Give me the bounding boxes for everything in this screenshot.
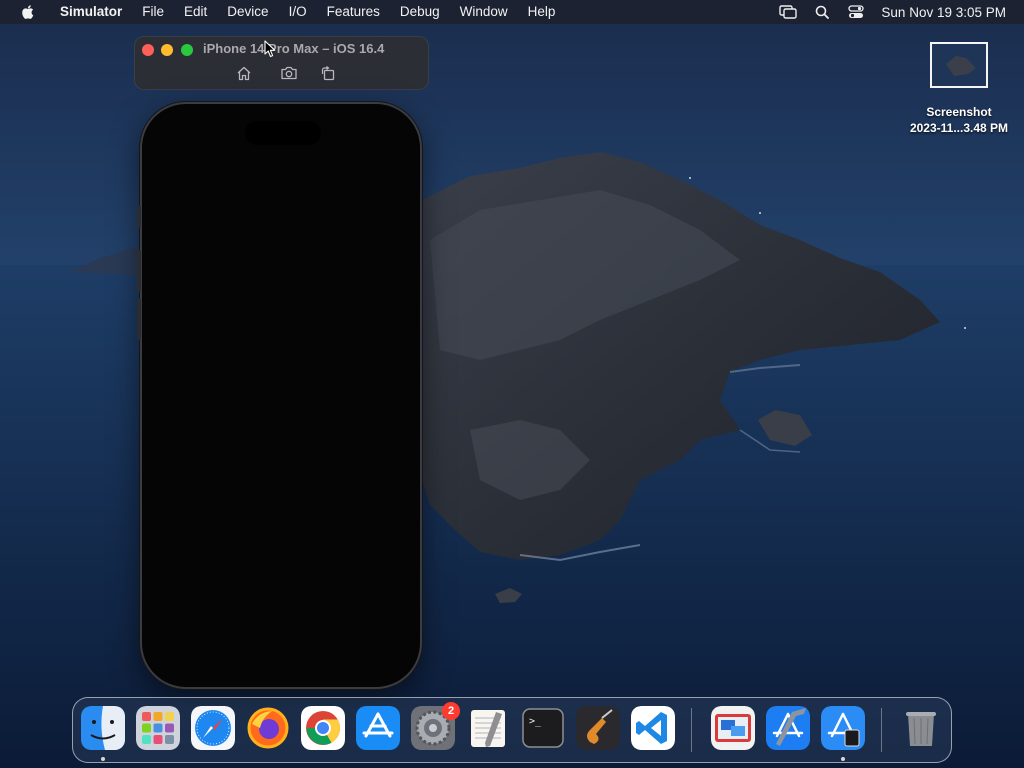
menu-window[interactable]: Window — [450, 0, 518, 24]
menu-file[interactable]: File — [132, 0, 174, 24]
menu-debug[interactable]: Debug — [390, 0, 450, 24]
finder-running-indicator — [101, 757, 105, 761]
finder-icon[interactable] — [81, 706, 125, 750]
screen-sharing-icon[interactable] — [711, 706, 755, 750]
apple-menu-icon[interactable] — [16, 4, 40, 20]
menu-features[interactable]: Features — [317, 0, 390, 24]
terminal-icon[interactable]: >_ — [521, 706, 565, 750]
dock: 2 >_ — [72, 697, 952, 763]
minimize-window-button[interactable] — [161, 44, 173, 56]
menu-clock[interactable]: Sun Nov 19 3:05 PM — [873, 5, 1006, 20]
simulator-icon[interactable] — [821, 706, 865, 750]
volume-down-button[interactable] — [137, 298, 141, 340]
file-name-line2: 2023-11...3.48 PM — [909, 121, 1009, 135]
home-icon[interactable] — [234, 64, 254, 82]
camera-icon[interactable] — [279, 64, 299, 82]
zoom-window-button[interactable] — [181, 44, 193, 56]
dynamic-island — [245, 121, 321, 145]
close-window-button[interactable] — [142, 44, 154, 56]
menu-bar: Simulator File Edit Device I/O Features … — [0, 0, 1024, 24]
app-store-icon[interactable] — [356, 706, 400, 750]
menu-device[interactable]: Device — [217, 0, 278, 24]
control-center-icon[interactable] — [839, 0, 873, 24]
simulator-window-title: iPhone 14 Pro Max – iOS 16.4 — [203, 41, 385, 56]
file-name-line1: Screenshot — [926, 105, 992, 119]
settings-notification-badge: 2 — [442, 702, 460, 720]
rotate-icon[interactable] — [318, 64, 338, 82]
simulator-window-titlebar[interactable]: iPhone 14 Pro Max – iOS 16.4 — [134, 36, 429, 90]
menu-app-name[interactable]: Simulator — [50, 0, 132, 24]
vscode-icon[interactable] — [631, 706, 675, 750]
search-icon[interactable] — [805, 0, 839, 24]
menu-io[interactable]: I/O — [279, 0, 317, 24]
firefox-icon[interactable] — [246, 706, 290, 750]
file-thumbnail — [930, 42, 988, 88]
mouse-cursor-icon — [264, 40, 276, 63]
screen-mirroring-icon[interactable] — [771, 0, 805, 24]
desktop-screenshot-file[interactable]: Screenshot 2023-11...3.48 PM — [899, 42, 1019, 136]
xcode-icon[interactable] — [766, 706, 810, 750]
trash-icon[interactable] — [899, 706, 943, 750]
volume-up-button[interactable] — [137, 250, 141, 292]
dock-separator — [691, 708, 692, 752]
menu-edit[interactable]: Edit — [174, 0, 217, 24]
chrome-icon[interactable] — [301, 706, 345, 750]
menu-help[interactable]: Help — [518, 0, 566, 24]
garageband-icon[interactable] — [576, 706, 620, 750]
safari-icon[interactable] — [191, 706, 235, 750]
launchpad-icon[interactable] — [136, 706, 180, 750]
svg-text:>_: >_ — [529, 716, 542, 727]
iphone-simulator-device[interactable] — [137, 102, 422, 689]
action-button[interactable] — [137, 206, 141, 228]
dock-separator — [881, 708, 882, 752]
simulator-running-indicator — [841, 757, 845, 761]
textedit-icon[interactable] — [466, 706, 510, 750]
